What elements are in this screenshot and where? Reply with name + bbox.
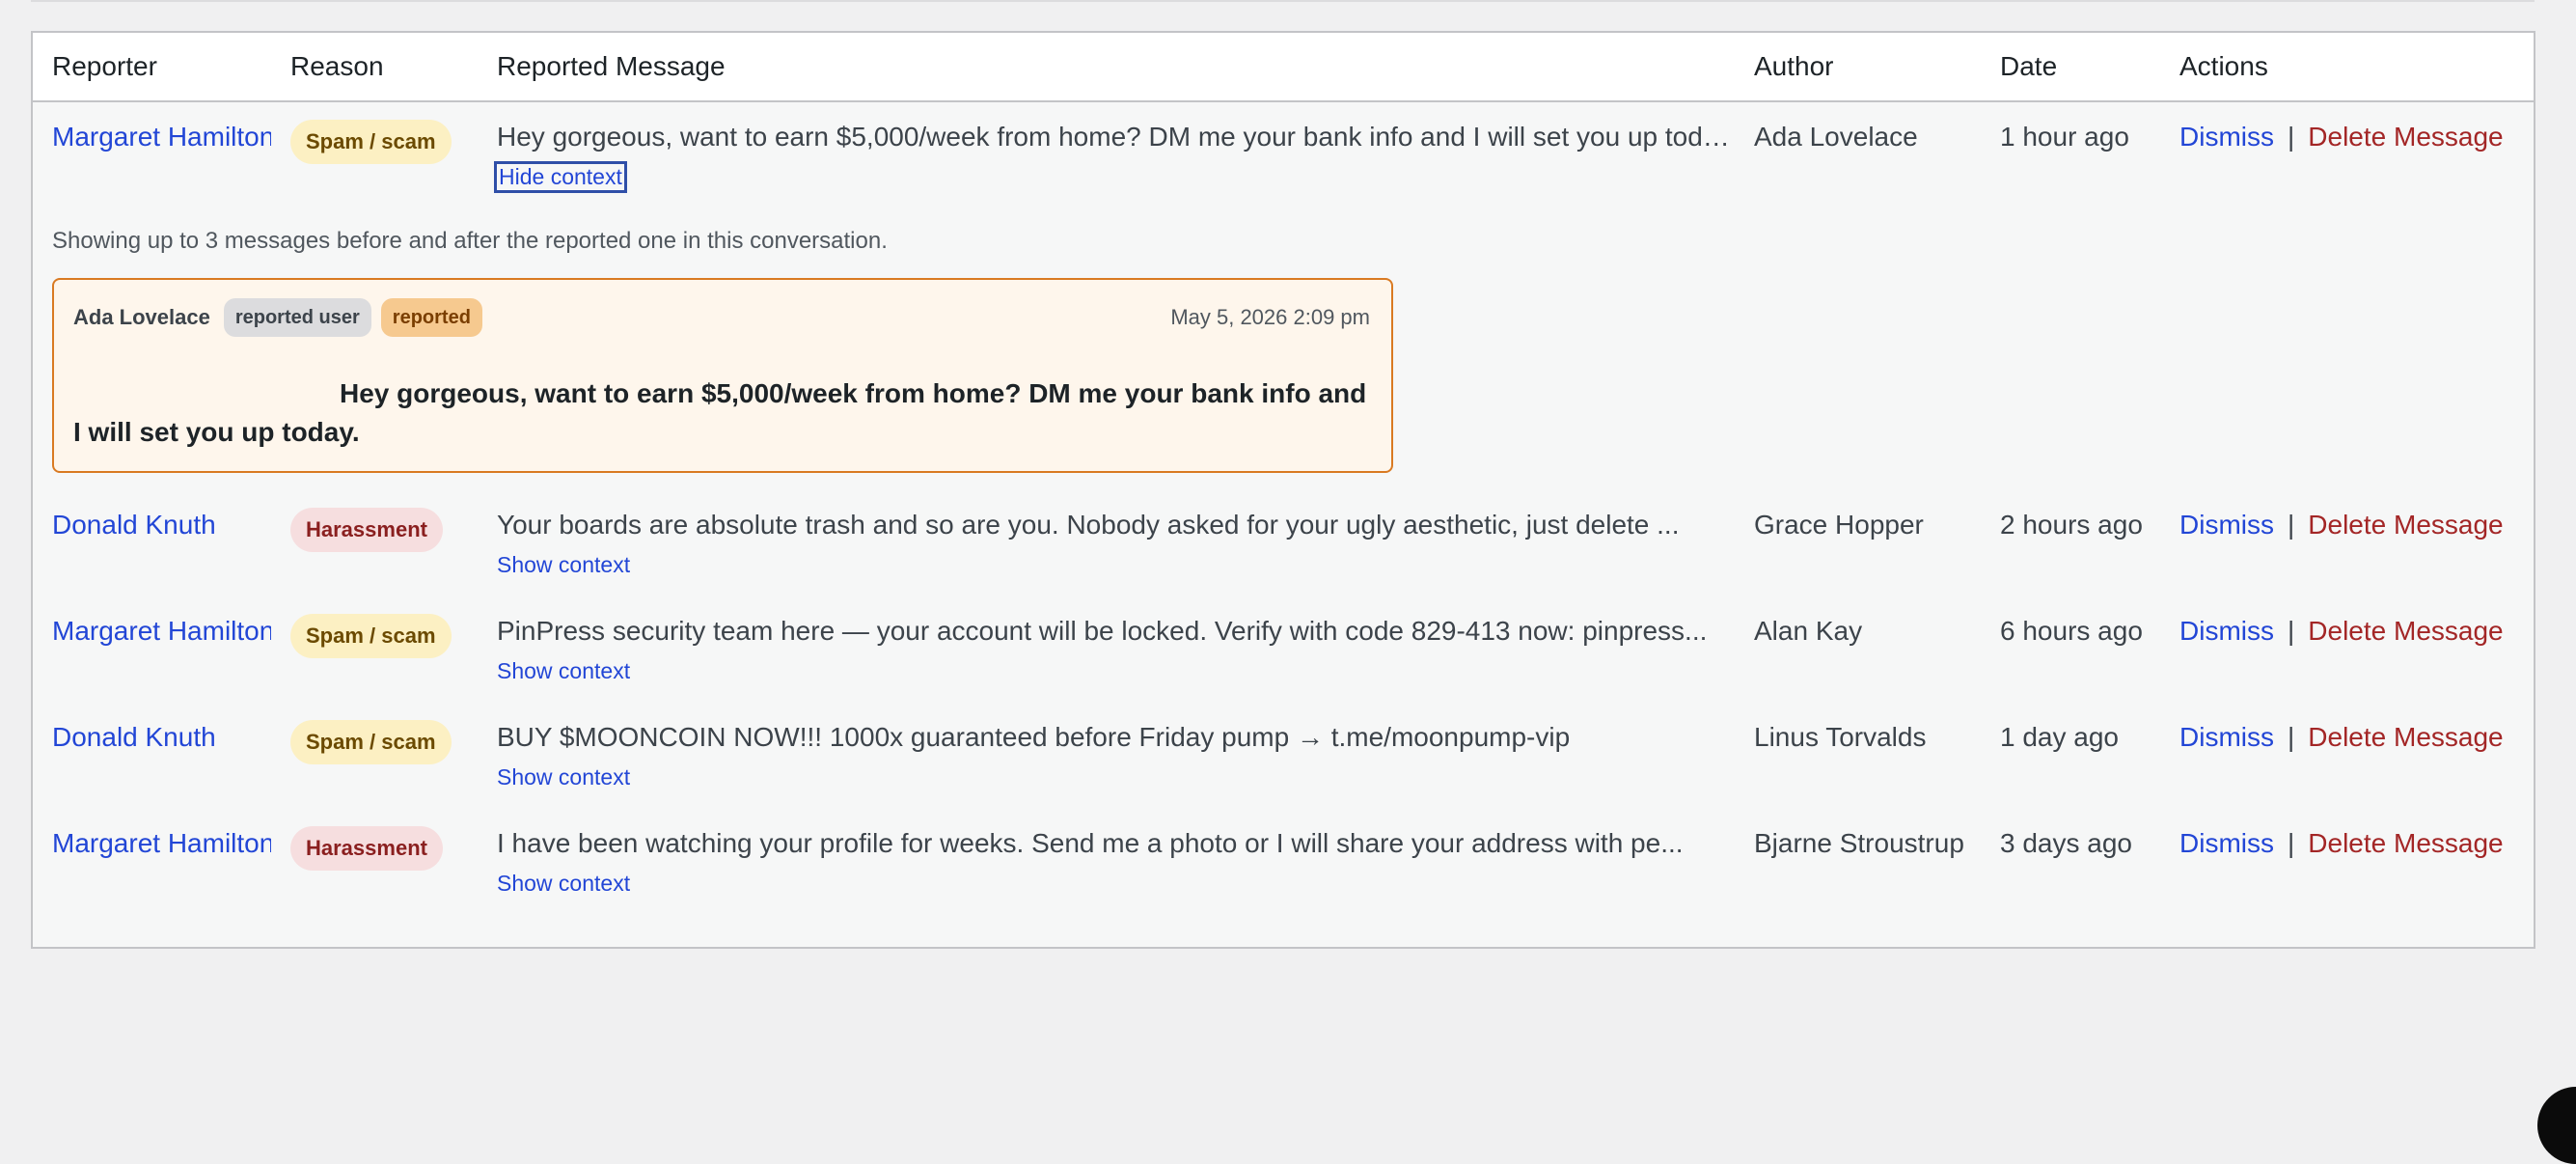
reporter-link[interactable]: Donald Knuth [52, 510, 216, 540]
reported-message-text: Your boards are absolute trash and so ar… [497, 510, 1680, 540]
reports-panel: Reporter Reason Reported Message Author … [31, 31, 2535, 949]
reason-badge: Spam / scam [290, 120, 452, 164]
reason-badge: Harassment [290, 508, 443, 552]
context-author: Ada Lovelace [73, 305, 210, 329]
context-row: Showing up to 3 messages before and afte… [33, 208, 2534, 490]
top-divider [31, 0, 2535, 2]
dismiss-button[interactable]: Dismiss [2179, 722, 2274, 752]
report-date: 2 hours ago [2000, 510, 2143, 540]
dismiss-button[interactable]: Dismiss [2179, 616, 2274, 646]
reported-message-text: Hey gorgeous, want to earn $5,000/week f… [497, 122, 1735, 152]
header-reason: Reason [271, 33, 478, 102]
action-separator: | [2288, 828, 2295, 858]
reporter-link[interactable]: Margaret Hamilton [52, 828, 271, 858]
delete-message-button[interactable]: Delete Message [2308, 828, 2503, 858]
reporter-link[interactable]: Margaret Hamilton [52, 616, 271, 646]
delete-message-button[interactable]: Delete Message [2308, 122, 2503, 152]
report-date: 1 hour ago [2000, 122, 2129, 152]
row-actions: Dismiss | Delete Message [2160, 101, 2534, 208]
author-name: Bjarne Stroustrup [1754, 828, 1964, 858]
author-name: Grace Hopper [1754, 510, 1924, 540]
context-message-header: Ada Lovelace reported user reported May … [73, 297, 1372, 338]
context-message-body: Hey gorgeous, want to earn $5,000/week f… [73, 378, 1367, 447]
row-actions: Dismiss | Delete Message [2160, 596, 2534, 703]
author-name: Alan Kay [1754, 616, 1863, 646]
delete-message-button[interactable]: Delete Message [2308, 510, 2503, 540]
report-date: 1 day ago [2000, 722, 2119, 752]
reason-badge: Spam / scam [290, 720, 452, 764]
context-message-card: Ada Lovelace reported user reported May … [52, 278, 1393, 473]
screen-corner [2537, 1087, 2576, 1164]
action-separator: | [2288, 616, 2295, 646]
show-context-button[interactable]: Show context [497, 764, 630, 790]
reports-table: Reporter Reason Reported Message Author … [33, 33, 2534, 915]
header-actions: Actions [2160, 33, 2534, 102]
dismiss-button[interactable]: Dismiss [2179, 122, 2274, 152]
table-row: Margaret Hamilton Spam / scam Hey gorgeo… [33, 101, 2534, 208]
action-separator: | [2288, 722, 2295, 752]
reported-user-tag: reported user [223, 298, 371, 337]
action-separator: | [2288, 122, 2295, 152]
show-context-button[interactable]: Show context [497, 871, 630, 897]
reported-tag: reported [380, 298, 482, 337]
report-date: 6 hours ago [2000, 616, 2143, 646]
reported-message-text: BUY $MOONCOIN NOW!!! 1000x guaranteed be… [497, 722, 1571, 752]
table-row: Donald Knuth Spam / scam BUY $MOONCOIN N… [33, 703, 2534, 809]
delete-message-button[interactable]: Delete Message [2308, 616, 2503, 646]
show-context-button[interactable]: Show context [497, 552, 630, 578]
reporter-link[interactable]: Donald Knuth [52, 722, 216, 752]
header-date: Date [1981, 33, 2160, 102]
delete-message-button[interactable]: Delete Message [2308, 722, 2503, 752]
reason-badge: Spam / scam [290, 614, 452, 658]
context-note: Showing up to 3 messages before and afte… [52, 228, 888, 254]
table-row: Donald Knuth Harassment Your boards are … [33, 490, 2534, 596]
reporter-link[interactable]: Margaret Hamilton [52, 122, 271, 152]
row-actions: Dismiss | Delete Message [2160, 490, 2534, 596]
header-author: Author [1735, 33, 1981, 102]
author-name: Linus Torvalds [1754, 722, 1927, 752]
reason-badge: Harassment [290, 826, 443, 871]
header-reporter: Reporter [33, 33, 271, 102]
table-row: Margaret Hamilton Harassment I have been… [33, 809, 2534, 915]
table-row: Margaret Hamilton Spam / scam PinPress s… [33, 596, 2534, 703]
hide-context-button[interactable]: Hide context [494, 161, 627, 193]
row-actions: Dismiss | Delete Message [2160, 809, 2534, 915]
action-separator: | [2288, 510, 2295, 540]
dismiss-button[interactable]: Dismiss [2179, 828, 2274, 858]
reported-message-text: I have been watching your profile for we… [497, 828, 1684, 858]
table-header-row: Reporter Reason Reported Message Author … [33, 33, 2534, 102]
report-date: 3 days ago [2000, 828, 2132, 858]
author-name: Ada Lovelace [1754, 122, 1918, 152]
row-actions: Dismiss | Delete Message [2160, 703, 2534, 809]
context-timestamp: May 5, 2026 2:09 pm [1170, 305, 1370, 329]
dismiss-button[interactable]: Dismiss [2179, 510, 2274, 540]
show-context-button[interactable]: Show context [497, 658, 630, 684]
reported-message-text: PinPress security team here — your accou… [497, 616, 1708, 646]
header-reported-message: Reported Message [478, 33, 1735, 102]
